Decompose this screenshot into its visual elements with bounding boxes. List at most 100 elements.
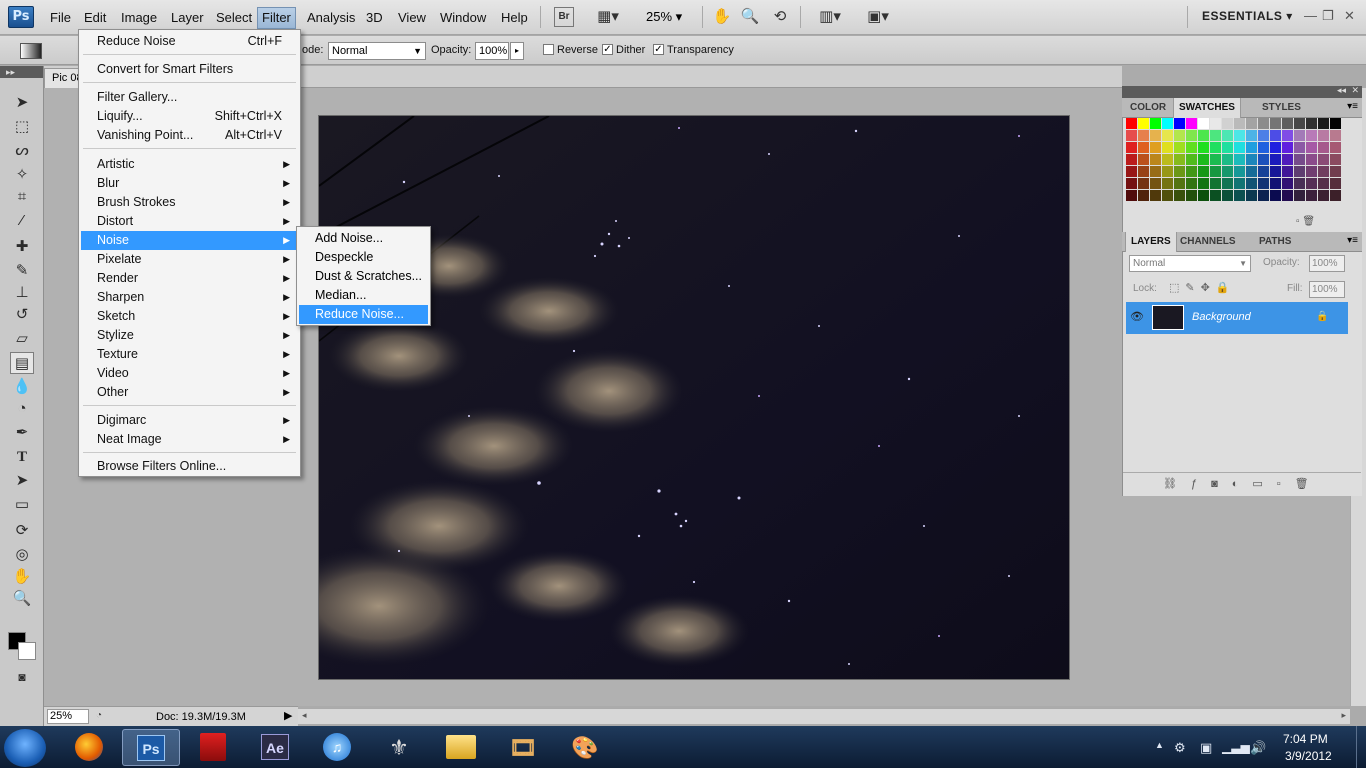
screen-mode-icon[interactable]: ▣▾ bbox=[860, 7, 896, 27]
color-swatch[interactable] bbox=[1306, 166, 1317, 177]
color-swatch[interactable] bbox=[1318, 190, 1329, 201]
color-swatch[interactable] bbox=[1246, 130, 1257, 141]
color-swatch[interactable] bbox=[1234, 118, 1245, 129]
color-swatch[interactable] bbox=[1126, 154, 1137, 165]
dodge-tool-icon[interactable]: ◔ bbox=[10, 398, 34, 420]
color-swatch[interactable] bbox=[1138, 178, 1149, 189]
color-swatch[interactable] bbox=[1162, 142, 1173, 153]
color-swatch[interactable] bbox=[1198, 190, 1209, 201]
color-swatch[interactable] bbox=[1318, 166, 1329, 177]
color-swatch[interactable] bbox=[1198, 130, 1209, 141]
color-swatch[interactable] bbox=[1306, 142, 1317, 153]
color-swatch[interactable] bbox=[1138, 118, 1149, 129]
color-swatch[interactable] bbox=[1210, 166, 1221, 177]
zoom-tool-icon[interactable]: 🔍 bbox=[740, 7, 760, 27]
color-swatch[interactable] bbox=[1174, 130, 1185, 141]
color-swatch[interactable] bbox=[1198, 178, 1209, 189]
magic-wand-tool-icon[interactable]: ✧ bbox=[10, 164, 34, 186]
color-swatch[interactable] bbox=[1294, 166, 1305, 177]
eraser-tool-icon[interactable]: ▱ bbox=[10, 328, 34, 350]
gradient-preset-icon[interactable] bbox=[20, 43, 42, 59]
color-swatch[interactable] bbox=[1186, 142, 1197, 153]
color-swatch[interactable] bbox=[1294, 130, 1305, 141]
color-swatch[interactable] bbox=[1210, 154, 1221, 165]
restore-icon[interactable]: ❐ bbox=[1322, 8, 1334, 24]
color-swatch[interactable] bbox=[1318, 142, 1329, 153]
3d-rotate-tool-icon[interactable]: ⟳ bbox=[10, 520, 34, 542]
color-swatch[interactable] bbox=[1222, 154, 1233, 165]
bridge-button[interactable]: Br bbox=[554, 7, 574, 27]
filter-liquify[interactable]: Liquify... Shift+Ctrl+X bbox=[81, 107, 298, 126]
filter-category-render[interactable]: Render ▶ bbox=[81, 269, 298, 288]
opacity-input[interactable]: 100% bbox=[475, 42, 509, 60]
minimize-icon[interactable]: — bbox=[1304, 8, 1317, 23]
tab-color[interactable]: COLOR bbox=[1125, 98, 1171, 118]
noise-dust-scratches[interactable]: Dust & Scratches... bbox=[299, 267, 428, 286]
color-swatch[interactable] bbox=[1282, 118, 1293, 129]
background-color-swatch[interactable] bbox=[18, 642, 36, 660]
transparency-checkbox[interactable]: ✓ bbox=[653, 44, 664, 55]
noise-median[interactable]: Median... bbox=[299, 286, 428, 305]
color-swatch[interactable] bbox=[1294, 154, 1305, 165]
color-swatch[interactable] bbox=[1222, 190, 1233, 201]
color-swatch[interactable] bbox=[1126, 142, 1137, 153]
layers-footer-icons[interactable]: ⛓ƒ◙◐▭▫🗑 bbox=[1123, 472, 1361, 494]
color-swatch[interactable] bbox=[1162, 154, 1173, 165]
color-swatch[interactable] bbox=[1150, 178, 1161, 189]
status-info-icon[interactable]: ◔ bbox=[96, 710, 102, 721]
horizontal-scrollbar[interactable]: ◂ ▸ bbox=[298, 708, 1350, 724]
filter-plugin-digimarc[interactable]: Digimarc ▶ bbox=[81, 411, 298, 430]
color-swatch[interactable] bbox=[1222, 178, 1233, 189]
color-swatch[interactable] bbox=[1210, 190, 1221, 201]
filter-category-stylize[interactable]: Stylize ▶ bbox=[81, 326, 298, 345]
color-swatch[interactable] bbox=[1138, 142, 1149, 153]
tab-swatches[interactable]: SWATCHES bbox=[1173, 98, 1241, 118]
filter-category-pixelate[interactable]: Pixelate ▶ bbox=[81, 250, 298, 269]
color-swatch[interactable] bbox=[1294, 178, 1305, 189]
color-swatch[interactable] bbox=[1306, 118, 1317, 129]
color-swatch[interactable] bbox=[1318, 130, 1329, 141]
tab-styles[interactable]: STYLES bbox=[1257, 98, 1306, 118]
panel-menu-icon[interactable]: ▾≡ bbox=[1347, 101, 1358, 112]
filter-category-noise[interactable]: Noise ▶ bbox=[81, 231, 298, 250]
color-swatch[interactable] bbox=[1306, 178, 1317, 189]
close-panel-icon[interactable]: ✕ bbox=[1351, 85, 1359, 96]
color-swatch[interactable] bbox=[1174, 142, 1185, 153]
color-swatch[interactable] bbox=[1246, 154, 1257, 165]
color-swatch[interactable] bbox=[1222, 142, 1233, 153]
filter-category-sketch[interactable]: Sketch ▶ bbox=[81, 307, 298, 326]
photoshop-logo[interactable]: Ps bbox=[8, 6, 34, 28]
color-swatch[interactable] bbox=[1210, 118, 1221, 129]
color-swatch[interactable] bbox=[1138, 166, 1149, 177]
color-swatch[interactable] bbox=[1330, 178, 1341, 189]
color-swatch[interactable] bbox=[1282, 130, 1293, 141]
rotate-view-icon[interactable]: ⟲ bbox=[770, 7, 790, 27]
filter-category-sharpen[interactable]: Sharpen ▶ bbox=[81, 288, 298, 307]
color-swatch[interactable] bbox=[1330, 154, 1341, 165]
filter-convert-smart[interactable]: Convert for Smart Filters bbox=[81, 60, 298, 79]
scroll-right-icon[interactable]: ▸ bbox=[1341, 710, 1346, 721]
color-swatch[interactable] bbox=[1282, 178, 1293, 189]
menu-file[interactable]: File bbox=[46, 8, 75, 28]
color-swatch[interactable] bbox=[1186, 118, 1197, 129]
menu-edit[interactable]: Edit bbox=[80, 8, 110, 28]
layer-name[interactable]: Background bbox=[1192, 311, 1251, 323]
color-swatch[interactable] bbox=[1162, 178, 1173, 189]
color-swatch[interactable] bbox=[1186, 178, 1197, 189]
filter-vanishing-point[interactable]: Vanishing Point... Alt+Ctrl+V bbox=[81, 126, 298, 145]
color-swatch[interactable] bbox=[1234, 178, 1245, 189]
workspace-switcher[interactable]: ESSENTIALS ▾ bbox=[1202, 9, 1293, 23]
zoom-tool-icon[interactable]: 🔍 bbox=[10, 588, 34, 610]
after-effects-taskbar-button[interactable]: Ae bbox=[246, 729, 304, 766]
filter-plugin-neat-image[interactable]: Neat Image ▶ bbox=[81, 430, 298, 449]
collapse-icon[interactable]: ◂◂ bbox=[1337, 85, 1346, 96]
filter-category-artistic[interactable]: Artistic ▶ bbox=[81, 155, 298, 174]
blend-mode-select[interactable]: Normal ▼ bbox=[1129, 255, 1251, 272]
color-swatch[interactable] bbox=[1246, 142, 1257, 153]
color-swatch[interactable] bbox=[1210, 130, 1221, 141]
color-swatch[interactable] bbox=[1294, 118, 1305, 129]
color-swatch[interactable] bbox=[1150, 166, 1161, 177]
color-swatch[interactable] bbox=[1138, 130, 1149, 141]
menu-analysis[interactable]: Analysis bbox=[303, 8, 359, 28]
menu-3d[interactable]: 3D bbox=[362, 8, 387, 28]
